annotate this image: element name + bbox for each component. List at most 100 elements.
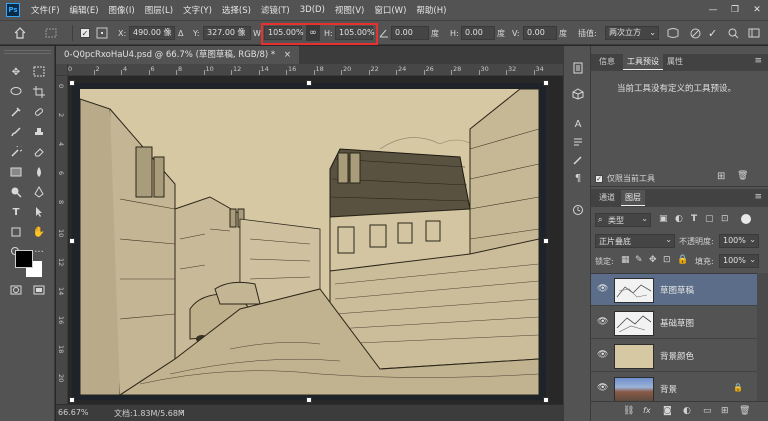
transform-handle-top-right[interactable] xyxy=(543,80,549,86)
transform-handle-top[interactable] xyxy=(306,80,312,86)
filter-adjustment-icon[interactable]: ◐ xyxy=(675,214,683,224)
vskew-field[interactable]: 0.00 xyxy=(523,26,557,40)
transform-handle-top-left[interactable] xyxy=(69,80,75,86)
move-tool-icon[interactable]: ✥ xyxy=(8,66,24,80)
quick-mask-icon[interactable] xyxy=(8,284,24,298)
fill-field[interactable]: 100% ⌄ xyxy=(719,254,759,268)
eyedropper-tool-icon[interactable] xyxy=(8,106,24,120)
brush-settings-icon[interactable] xyxy=(570,154,586,168)
transform-handle-right[interactable] xyxy=(543,238,549,244)
rotation-field[interactable]: 0.00 xyxy=(391,26,429,40)
cancel-transform-icon[interactable] xyxy=(690,25,701,41)
gradient-tool-icon[interactable] xyxy=(8,166,24,180)
restore-button[interactable]: ❐ xyxy=(724,5,746,15)
layer-row[interactable]: 👁 基础草图 xyxy=(591,307,757,339)
interpolation-select[interactable]: 两次立方 ⌄ xyxy=(605,26,659,40)
hskew-field[interactable]: 0.00 xyxy=(461,26,495,40)
link-icon[interactable]: ⛓ xyxy=(623,406,634,416)
y-position-field[interactable]: 327.00 像 xyxy=(203,26,251,40)
home-icon[interactable] xyxy=(14,25,26,41)
type-tool-icon[interactable]: T xyxy=(8,206,24,220)
current-tool-only-checkbox[interactable]: ✓ xyxy=(595,175,603,183)
path-selection-icon[interactable] xyxy=(31,206,47,220)
paragraph-styles-icon[interactable] xyxy=(570,136,586,150)
minimize-button[interactable]: — xyxy=(702,5,724,15)
menu-type[interactable]: 文字(Y) xyxy=(178,4,217,16)
lock-all-icon[interactable]: 🔒 xyxy=(677,255,688,265)
trash-icon[interactable]: 🗑 xyxy=(739,406,750,416)
layer-row[interactable]: 👁 草图草稿 xyxy=(591,274,757,306)
close-window-button[interactable]: ✕ xyxy=(746,5,768,15)
mask-icon[interactable]: ◙ xyxy=(663,406,672,416)
lock-position-icon[interactable]: ✥ xyxy=(649,255,657,265)
transform-handle-bottom-right[interactable] xyxy=(543,397,549,403)
marquee-tool-icon[interactable] xyxy=(31,66,47,80)
layers-scrollbar[interactable] xyxy=(757,273,768,401)
visibility-eye-icon[interactable]: 👁 xyxy=(597,284,608,294)
menu-file[interactable]: 文件(F) xyxy=(26,4,65,16)
reference-point-icon[interactable] xyxy=(96,25,108,41)
healing-brush-icon[interactable] xyxy=(31,106,47,120)
filter-smart-object-icon[interactable]: ⊡ xyxy=(721,214,729,224)
tab-channels[interactable]: 通道 xyxy=(595,190,619,206)
hand-tool-icon[interactable]: ✋ xyxy=(31,226,47,240)
zoom-level[interactable]: 66.67% xyxy=(58,408,89,417)
document-tab[interactable]: 0-Q0pcRxoHaU4.psd @ 66.7% (草图草稿, RGB/8) … xyxy=(56,46,300,64)
lock-transparent-icon[interactable]: ▦ xyxy=(621,255,630,265)
menu-help[interactable]: 帮助(H) xyxy=(411,4,451,16)
visibility-eye-icon[interactable]: 👁 xyxy=(597,383,608,393)
lock-artboard-icon[interactable]: ⊡ xyxy=(663,255,671,265)
blur-tool-icon[interactable] xyxy=(31,166,47,180)
new-preset-icon[interactable]: ⊞ xyxy=(717,171,725,182)
lock-image-icon[interactable]: ✎ xyxy=(635,255,643,265)
tab-info[interactable]: 信息 xyxy=(595,54,619,70)
reference-checkbox[interactable]: ✓ xyxy=(80,25,90,41)
close-tab-icon[interactable]: × xyxy=(284,50,291,60)
lasso-tool-icon[interactable] xyxy=(8,86,24,100)
pen-tool-icon[interactable] xyxy=(31,185,47,200)
transform-tool-icon[interactable] xyxy=(44,25,58,41)
history-brush-icon[interactable] xyxy=(8,144,24,160)
search-icon[interactable] xyxy=(728,25,739,41)
canvas-frame[interactable] xyxy=(69,80,549,403)
delta-icon[interactable]: Δ xyxy=(178,25,183,41)
workspace-icon[interactable] xyxy=(748,25,760,41)
menu-window[interactable]: 窗口(W) xyxy=(369,4,411,16)
filter-type-icon[interactable]: T xyxy=(691,214,697,224)
opacity-field[interactable]: 100% ⌄ xyxy=(719,234,759,248)
character-panel-icon[interactable]: A xyxy=(570,118,586,132)
transform-handle-bottom[interactable] xyxy=(306,397,312,403)
paragraph-panel-icon[interactable]: ¶ xyxy=(570,172,586,186)
crop-tool-icon[interactable] xyxy=(31,86,47,100)
blend-mode-select[interactable]: 正片叠底 ⌄ xyxy=(595,234,675,248)
screen-mode-icon[interactable] xyxy=(31,284,47,298)
menu-filter[interactable]: 滤镜(T) xyxy=(256,4,295,16)
fx-icon[interactable]: fx xyxy=(643,406,651,415)
history-panel-icon[interactable] xyxy=(570,62,586,76)
foreground-color-swatch-top[interactable] xyxy=(15,250,33,268)
eraser-tool-icon[interactable] xyxy=(31,146,47,160)
menu-layer[interactable]: 图层(L) xyxy=(140,4,178,16)
menu-3d[interactable]: 3D(D) xyxy=(295,5,330,15)
filter-shape-icon[interactable]: ▢ xyxy=(705,214,714,224)
layers-menu-icon[interactable]: ≡ xyxy=(754,192,762,202)
new-layer-icon[interactable]: ⊞ xyxy=(721,406,729,416)
visibility-eye-icon[interactable]: 👁 xyxy=(597,317,608,327)
history-clock-icon[interactable] xyxy=(570,204,586,218)
brush-tool-icon[interactable] xyxy=(8,126,24,140)
more-tools-icon[interactable]: ··· xyxy=(31,246,47,260)
menu-edit[interactable]: 编辑(E) xyxy=(65,4,104,16)
layer-filter-select[interactable]: ⌕ 类型 ⌄ xyxy=(595,213,651,227)
menu-image[interactable]: 图像(I) xyxy=(104,4,140,16)
adjustment-icon[interactable]: ◐ xyxy=(683,406,691,416)
filter-toggle-icon[interactable] xyxy=(741,214,751,224)
menu-view[interactable]: 视图(V) xyxy=(330,4,369,16)
layer-row[interactable]: 👁 背景颜色 xyxy=(591,340,757,372)
tab-layers[interactable]: 图层 xyxy=(621,190,645,206)
transform-handle-bottom-left[interactable] xyxy=(69,397,75,403)
commit-transform-icon[interactable]: ✓ xyxy=(708,25,717,41)
stamp-tool-icon[interactable] xyxy=(31,126,47,140)
ruler-origin[interactable] xyxy=(56,64,68,76)
status-menu-arrow-icon[interactable]: › xyxy=(180,407,184,417)
visibility-eye-icon[interactable]: 👁 xyxy=(597,350,608,360)
